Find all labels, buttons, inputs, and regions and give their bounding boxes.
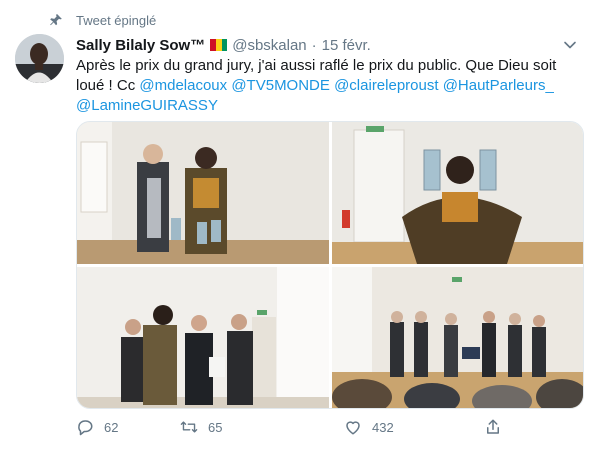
mention-link[interactable]: @HautParleurs_ xyxy=(443,77,554,94)
flag-stripe-green xyxy=(221,39,228,51)
tweet-text: Après le prix du grand jury, j'ai aussi … xyxy=(76,56,584,116)
retweet-icon xyxy=(180,418,198,436)
pinned-indicator: Tweet épinglé xyxy=(48,11,156,29)
reply-count: 62 xyxy=(104,419,119,435)
share-icon xyxy=(484,418,502,436)
tweet-date[interactable]: 15 févr. xyxy=(322,37,371,54)
retweet-count: 65 xyxy=(208,419,223,435)
like-icon xyxy=(344,418,362,436)
photo-2[interactable] xyxy=(332,122,583,264)
author-handle[interactable]: @sbskalan xyxy=(232,37,306,54)
separator-dot: · xyxy=(311,36,317,54)
pin-icon xyxy=(48,12,64,28)
photo-4[interactable] xyxy=(332,267,583,408)
reply-icon xyxy=(76,418,94,436)
photo-1[interactable] xyxy=(77,122,329,264)
avatar[interactable] xyxy=(15,34,64,83)
tweet-header: Sally Bilaly Sow™ @sbskalan · 15 févr. xyxy=(76,35,580,55)
retweet-button[interactable]: 65 xyxy=(180,416,222,438)
mention-link[interactable]: @claireleproust xyxy=(334,77,438,94)
pinned-label: Tweet épinglé xyxy=(76,12,157,28)
like-count: 432 xyxy=(372,419,394,435)
photo-grid xyxy=(76,121,584,409)
mention-link[interactable]: @TV5MONDE xyxy=(231,77,330,94)
chevron-down-icon[interactable] xyxy=(562,37,578,53)
guinea-flag-icon xyxy=(210,39,228,51)
photo-3[interactable] xyxy=(77,267,329,408)
mention-link[interactable]: @LamineGUIRASSY xyxy=(76,97,218,114)
share-button[interactable] xyxy=(484,416,502,438)
author-name[interactable]: Sally Bilaly Sow™ xyxy=(76,37,205,54)
mention-link[interactable]: @mdelacoux xyxy=(139,77,227,94)
tweet-actions: 62 65 432 xyxy=(76,416,516,438)
reply-button[interactable]: 62 xyxy=(76,416,118,438)
like-button[interactable]: 432 xyxy=(344,416,394,438)
